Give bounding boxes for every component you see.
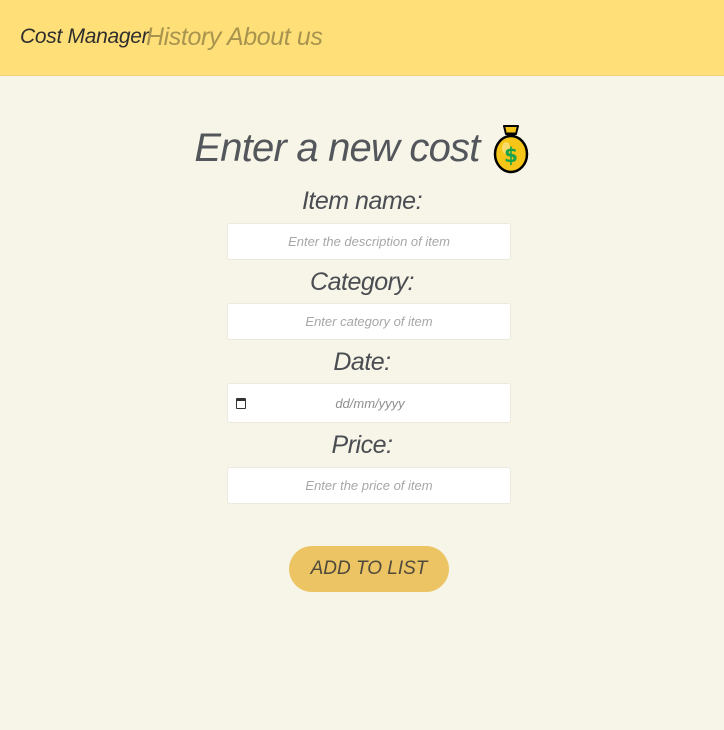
price-label: Price: [331, 431, 393, 459]
date-label: Date: [333, 348, 391, 376]
nav-link-about-us[interactable]: About us [227, 23, 323, 52]
add-to-list-button[interactable]: ADD TO LIST [289, 546, 449, 592]
item-name-label: Item name: [301, 187, 423, 215]
svg-text:$: $ [504, 143, 518, 167]
item-name-input[interactable] [227, 223, 511, 260]
page-title: Enter a new cost [194, 125, 480, 170]
date-input[interactable]: dd/mm/yyyy [227, 383, 511, 423]
form-heading: Enter a new cost $ [0, 122, 724, 174]
category-label: Category: [310, 268, 414, 296]
category-input[interactable] [227, 303, 511, 340]
top-navbar: Cost Manager History About us [0, 0, 724, 76]
price-input[interactable] [227, 467, 511, 504]
money-bag-icon: $ [492, 122, 530, 174]
brand-link[interactable]: Cost Manager [20, 25, 149, 49]
date-placeholder: dd/mm/yyyy [335, 396, 405, 411]
nav-link-history[interactable]: History [146, 23, 221, 52]
